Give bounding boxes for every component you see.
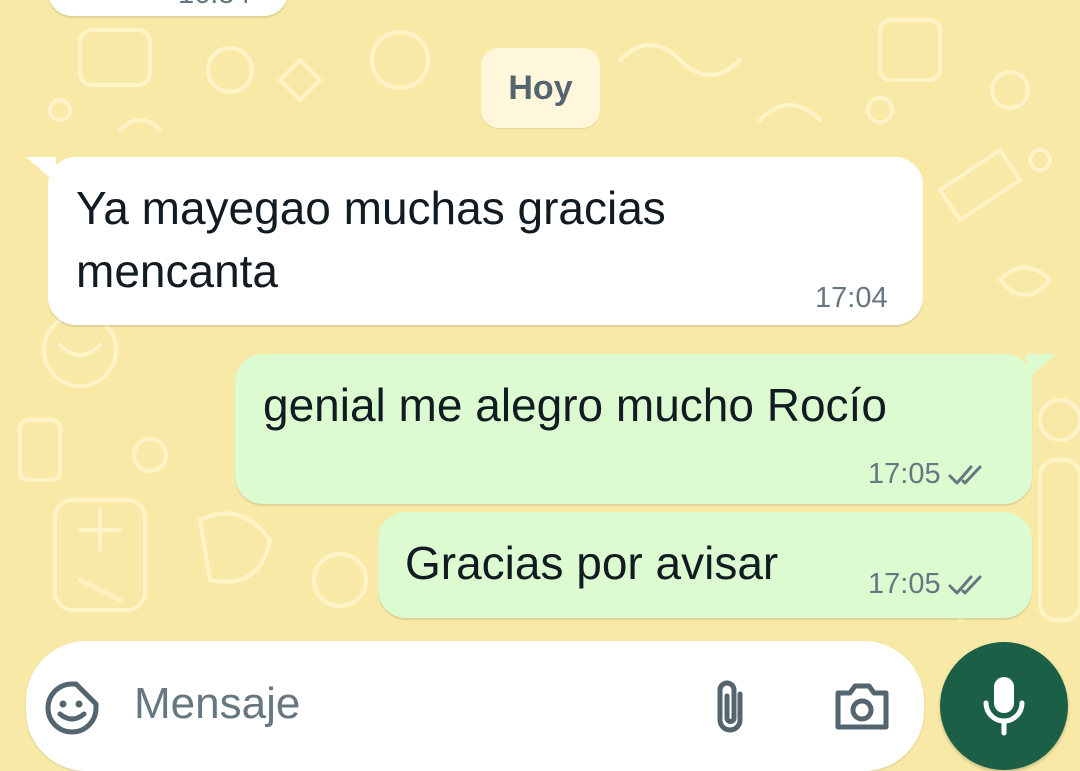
message-time-text: 17:05 bbox=[868, 568, 941, 600]
message-text-line: Gracias por avisar bbox=[405, 537, 779, 589]
outgoing-bubble-tail-icon bbox=[1026, 354, 1056, 380]
message-text-line: mencanta bbox=[76, 245, 279, 297]
incoming-bubble-tail-icon bbox=[26, 157, 56, 183]
previous-message-bubble[interactable] bbox=[48, 0, 288, 16]
camera-icon[interactable] bbox=[832, 681, 892, 731]
message-time: 17:05 bbox=[868, 458, 989, 491]
microphone-icon bbox=[983, 677, 1025, 736]
message-time-text: 17:04 bbox=[815, 282, 888, 314]
previous-message-time: 16:54 bbox=[178, 0, 251, 11]
paperclip-icon[interactable] bbox=[706, 676, 754, 736]
message-time: 17:05 bbox=[868, 568, 989, 601]
double-check-icon bbox=[948, 465, 982, 484]
double-check-icon bbox=[948, 575, 982, 594]
date-divider: Hoy bbox=[481, 48, 600, 128]
message-text-line: Ya mayegao muchas gracias bbox=[76, 182, 666, 234]
message-time-text: 17:05 bbox=[868, 458, 941, 490]
sticker-smiley-icon[interactable] bbox=[44, 680, 100, 736]
message-text-line: genial me alegro mucho Rocío bbox=[263, 379, 887, 431]
message-input[interactable]: Mensaje bbox=[134, 679, 300, 729]
message-time: 17:04 bbox=[815, 282, 888, 315]
